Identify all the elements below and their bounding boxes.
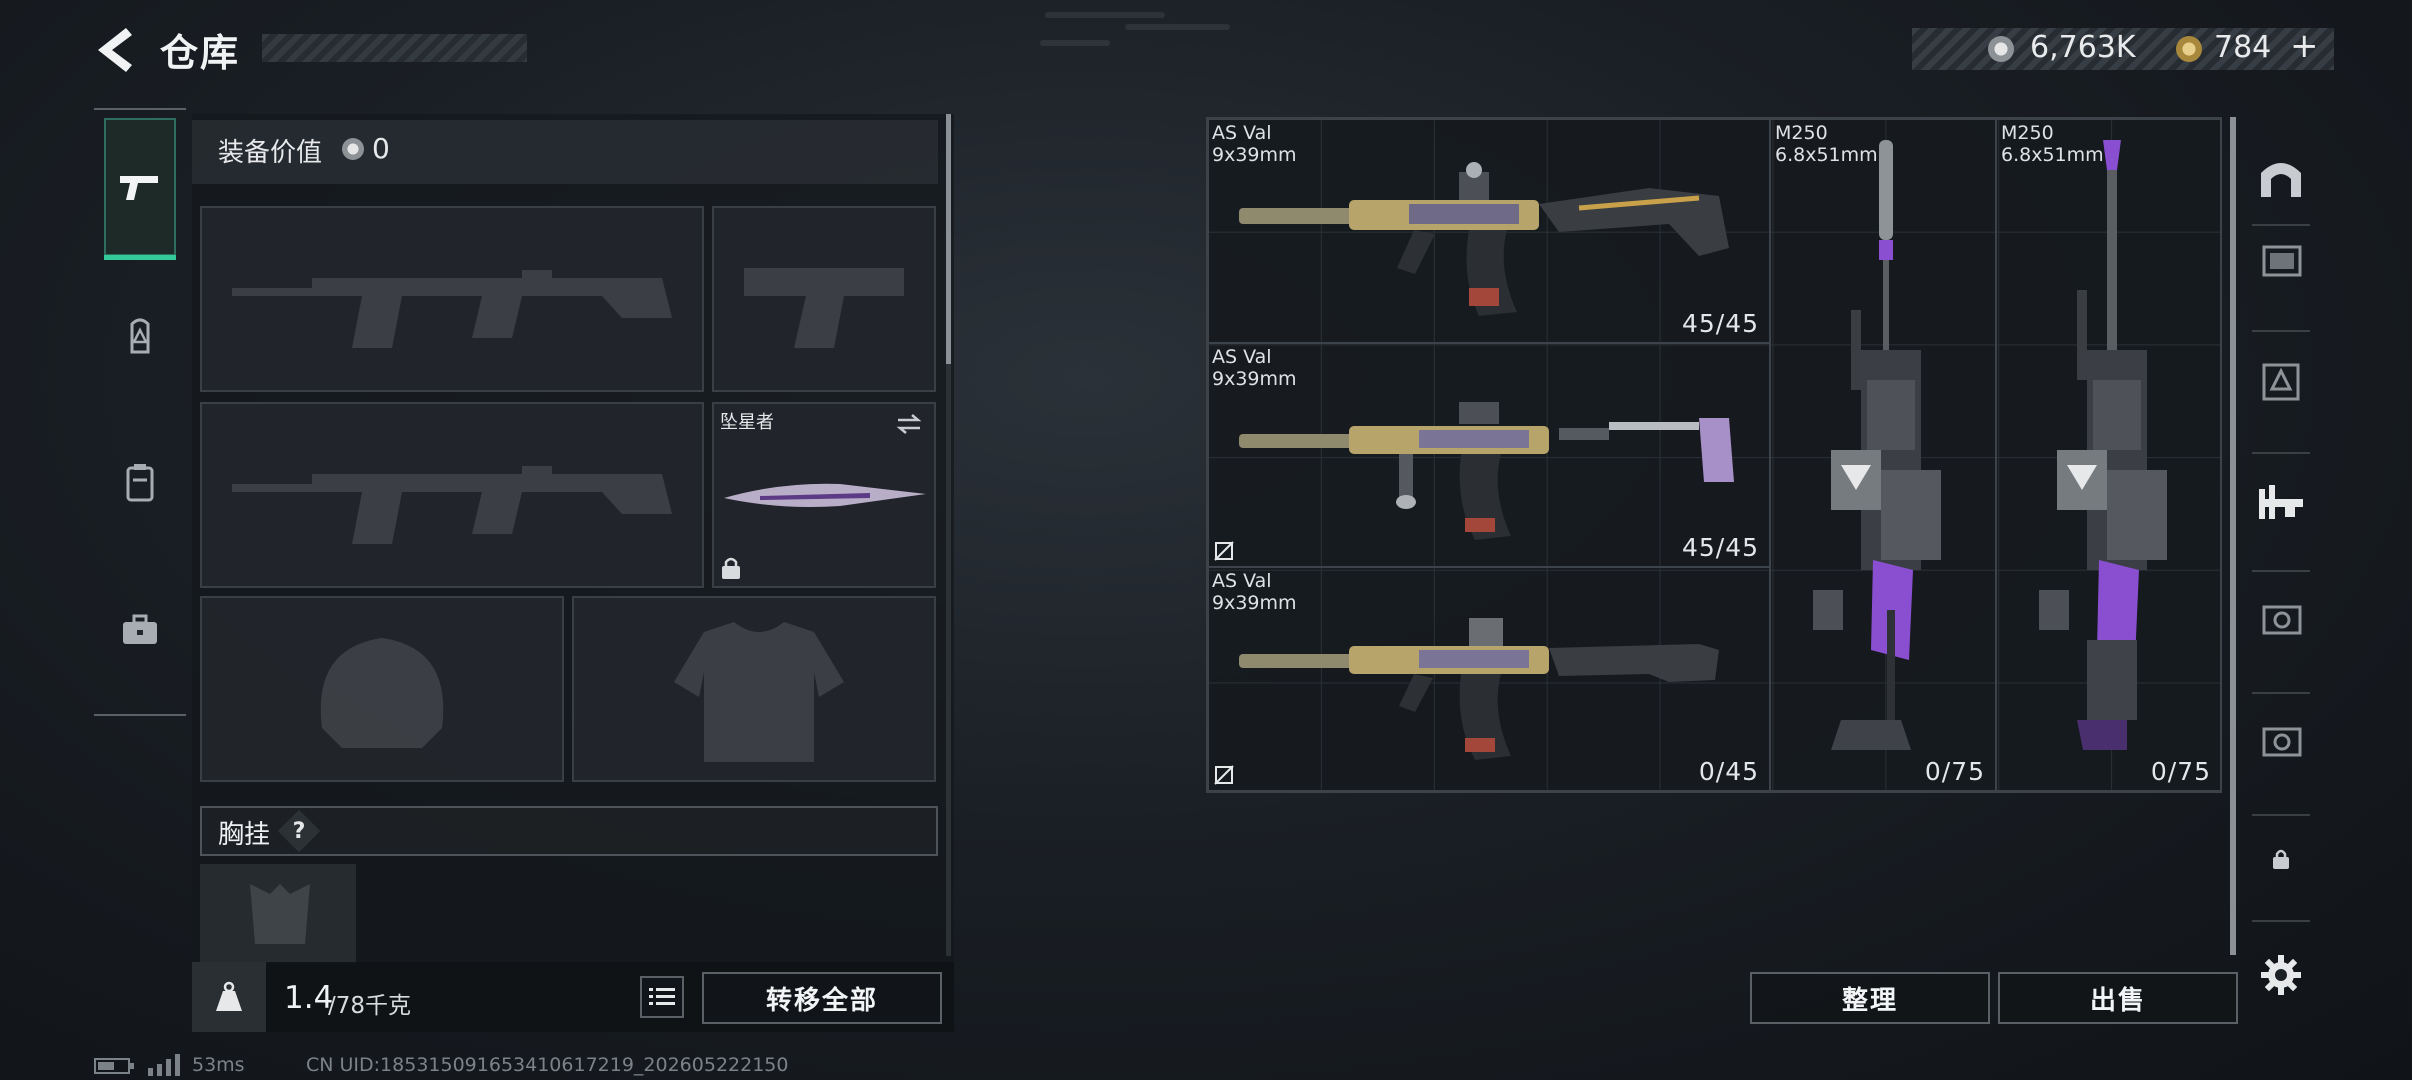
asval-rifle-icon xyxy=(1239,162,1729,316)
sidearm-slot[interactable] xyxy=(712,206,936,392)
backpack-icon xyxy=(130,318,150,354)
knife-icon xyxy=(724,483,926,507)
rail-tab-tier4[interactable] xyxy=(2246,222,2316,292)
grid-item-asval-2[interactable]: AS Val 9x39mm 45/45 xyxy=(1208,343,1770,567)
no-insurance-icon xyxy=(1214,541,1234,561)
battery-icon xyxy=(94,1058,134,1074)
currency-silver: 6,763K xyxy=(2030,30,2136,65)
grid-item-m250-1[interactable]: M250 6.8x51mm 0/75 xyxy=(1770,119,1996,791)
uid-text: CN UID:185315091653410617219_20260522215… xyxy=(306,1054,789,1076)
asval-rifle-icon xyxy=(1239,618,1719,760)
asval-rifle-icon xyxy=(1239,402,1734,540)
chest-rig-slot[interactable] xyxy=(200,864,356,964)
item-name: AS Val xyxy=(1212,570,1272,592)
equip-value-label: 装备价值 xyxy=(218,138,323,168)
item-ammo-count: 0/75 xyxy=(1924,757,1985,786)
grid-scrollbar[interactable] xyxy=(2230,117,2236,955)
m250-mg-icon xyxy=(2039,140,2167,750)
transfer-all-button[interactable]: 转移全部 xyxy=(702,972,942,1024)
pistol-icon xyxy=(120,176,158,200)
equip-value: 0 xyxy=(372,132,390,165)
rail-tab-locked[interactable] xyxy=(2246,824,2316,894)
rifle-silhouette-icon xyxy=(232,466,672,544)
m250-mg-icon xyxy=(1813,140,1941,750)
settings-button[interactable] xyxy=(2246,940,2316,1010)
weight-current: 1.4 xyxy=(284,980,334,1016)
page-title: 仓库 xyxy=(160,31,241,75)
gold-coin-icon xyxy=(2176,36,2202,62)
item-name: AS Val xyxy=(1212,346,1272,368)
vest-silhouette-icon xyxy=(674,622,844,762)
rail-tab-tier4b[interactable] xyxy=(2246,704,2316,774)
loadout-scrollbar[interactable] xyxy=(946,114,951,364)
melee-name: 坠星者 xyxy=(720,412,774,433)
grid-item-asval-1[interactable]: AS Val 9x39mm 45/45 xyxy=(1208,119,1770,343)
item-ammo-count: 0/45 xyxy=(1698,757,1759,786)
category-weapons-tab[interactable] xyxy=(104,118,176,260)
swap-icon[interactable] xyxy=(894,412,924,436)
no-insurance-icon xyxy=(1214,765,1234,785)
helmet-silhouette-icon xyxy=(320,638,444,748)
weight-icon-box xyxy=(192,962,266,1032)
item-ammo-count: 45/45 xyxy=(1681,533,1759,562)
rail-tab-tier5[interactable] xyxy=(2246,582,2316,652)
rig-silhouette-icon xyxy=(250,884,310,944)
melee-slot[interactable]: 坠星者 xyxy=(712,402,936,588)
rifle-silhouette-icon xyxy=(232,270,672,348)
weight-max: /78千克 xyxy=(328,993,412,1019)
primary-weapon-slot-2[interactable] xyxy=(200,402,704,588)
lock-icon xyxy=(2273,849,2289,869)
item-name: AS Val xyxy=(1212,122,1272,144)
storage-tier3-icon xyxy=(2262,363,2300,401)
list-icon xyxy=(649,988,675,1005)
toolbox-icon xyxy=(123,614,157,644)
item-ammo-count: 45/45 xyxy=(1681,309,1759,338)
currency-gold: 784 xyxy=(2214,30,2272,65)
list-view-button[interactable] xyxy=(640,976,684,1018)
storage-tier5-icon xyxy=(2262,605,2302,635)
storage-tier4-icon xyxy=(2262,245,2302,277)
ping-text: 53ms xyxy=(192,1054,245,1076)
primary-weapon-slot-1[interactable] xyxy=(200,206,704,392)
sell-button[interactable]: 出售 xyxy=(1998,972,2238,1024)
pistol-silhouette-icon xyxy=(744,268,904,348)
grid-item-asval-3[interactable]: AS Val 9x39mm 0/45 xyxy=(1208,567,1770,791)
title-decoration xyxy=(262,34,527,62)
silver-coin-icon xyxy=(342,138,364,160)
rail-tab-tier3[interactable] xyxy=(2246,344,2316,414)
armor-slot[interactable] xyxy=(572,596,936,782)
help-icon[interactable]: ? xyxy=(284,816,314,846)
storage-tier4b-icon xyxy=(2262,727,2302,757)
silver-coin-icon xyxy=(1988,36,2014,62)
item-ammo-count: 0/75 xyxy=(2150,757,2211,786)
rail-tab-weapons[interactable] xyxy=(2246,466,2316,536)
category-supplies-tab[interactable] xyxy=(104,594,176,666)
weight-icon xyxy=(216,981,242,1011)
gear-icon xyxy=(2261,955,2301,995)
helmet-slot[interactable] xyxy=(200,596,564,782)
stash-arch-icon xyxy=(2261,163,2301,197)
back-button[interactable] xyxy=(92,24,140,76)
add-currency-button[interactable]: + xyxy=(2290,26,2319,66)
weapon-rack-icon xyxy=(2259,485,2303,519)
rail-tab-all[interactable] xyxy=(2246,142,2316,212)
lock-icon xyxy=(722,557,740,579)
category-armor-tab[interactable] xyxy=(104,446,176,518)
chest-rig-label: 胸挂 xyxy=(218,820,271,850)
back-arrow-icon xyxy=(98,28,132,72)
signal-icon xyxy=(148,1054,180,1076)
category-helmet-tab[interactable] xyxy=(104,300,176,372)
vest-icon xyxy=(126,464,154,502)
grid-item-m250-2[interactable]: M250 6.8x51mm 0/75 xyxy=(1996,119,2222,791)
sort-button[interactable]: 整理 xyxy=(1750,972,1990,1024)
